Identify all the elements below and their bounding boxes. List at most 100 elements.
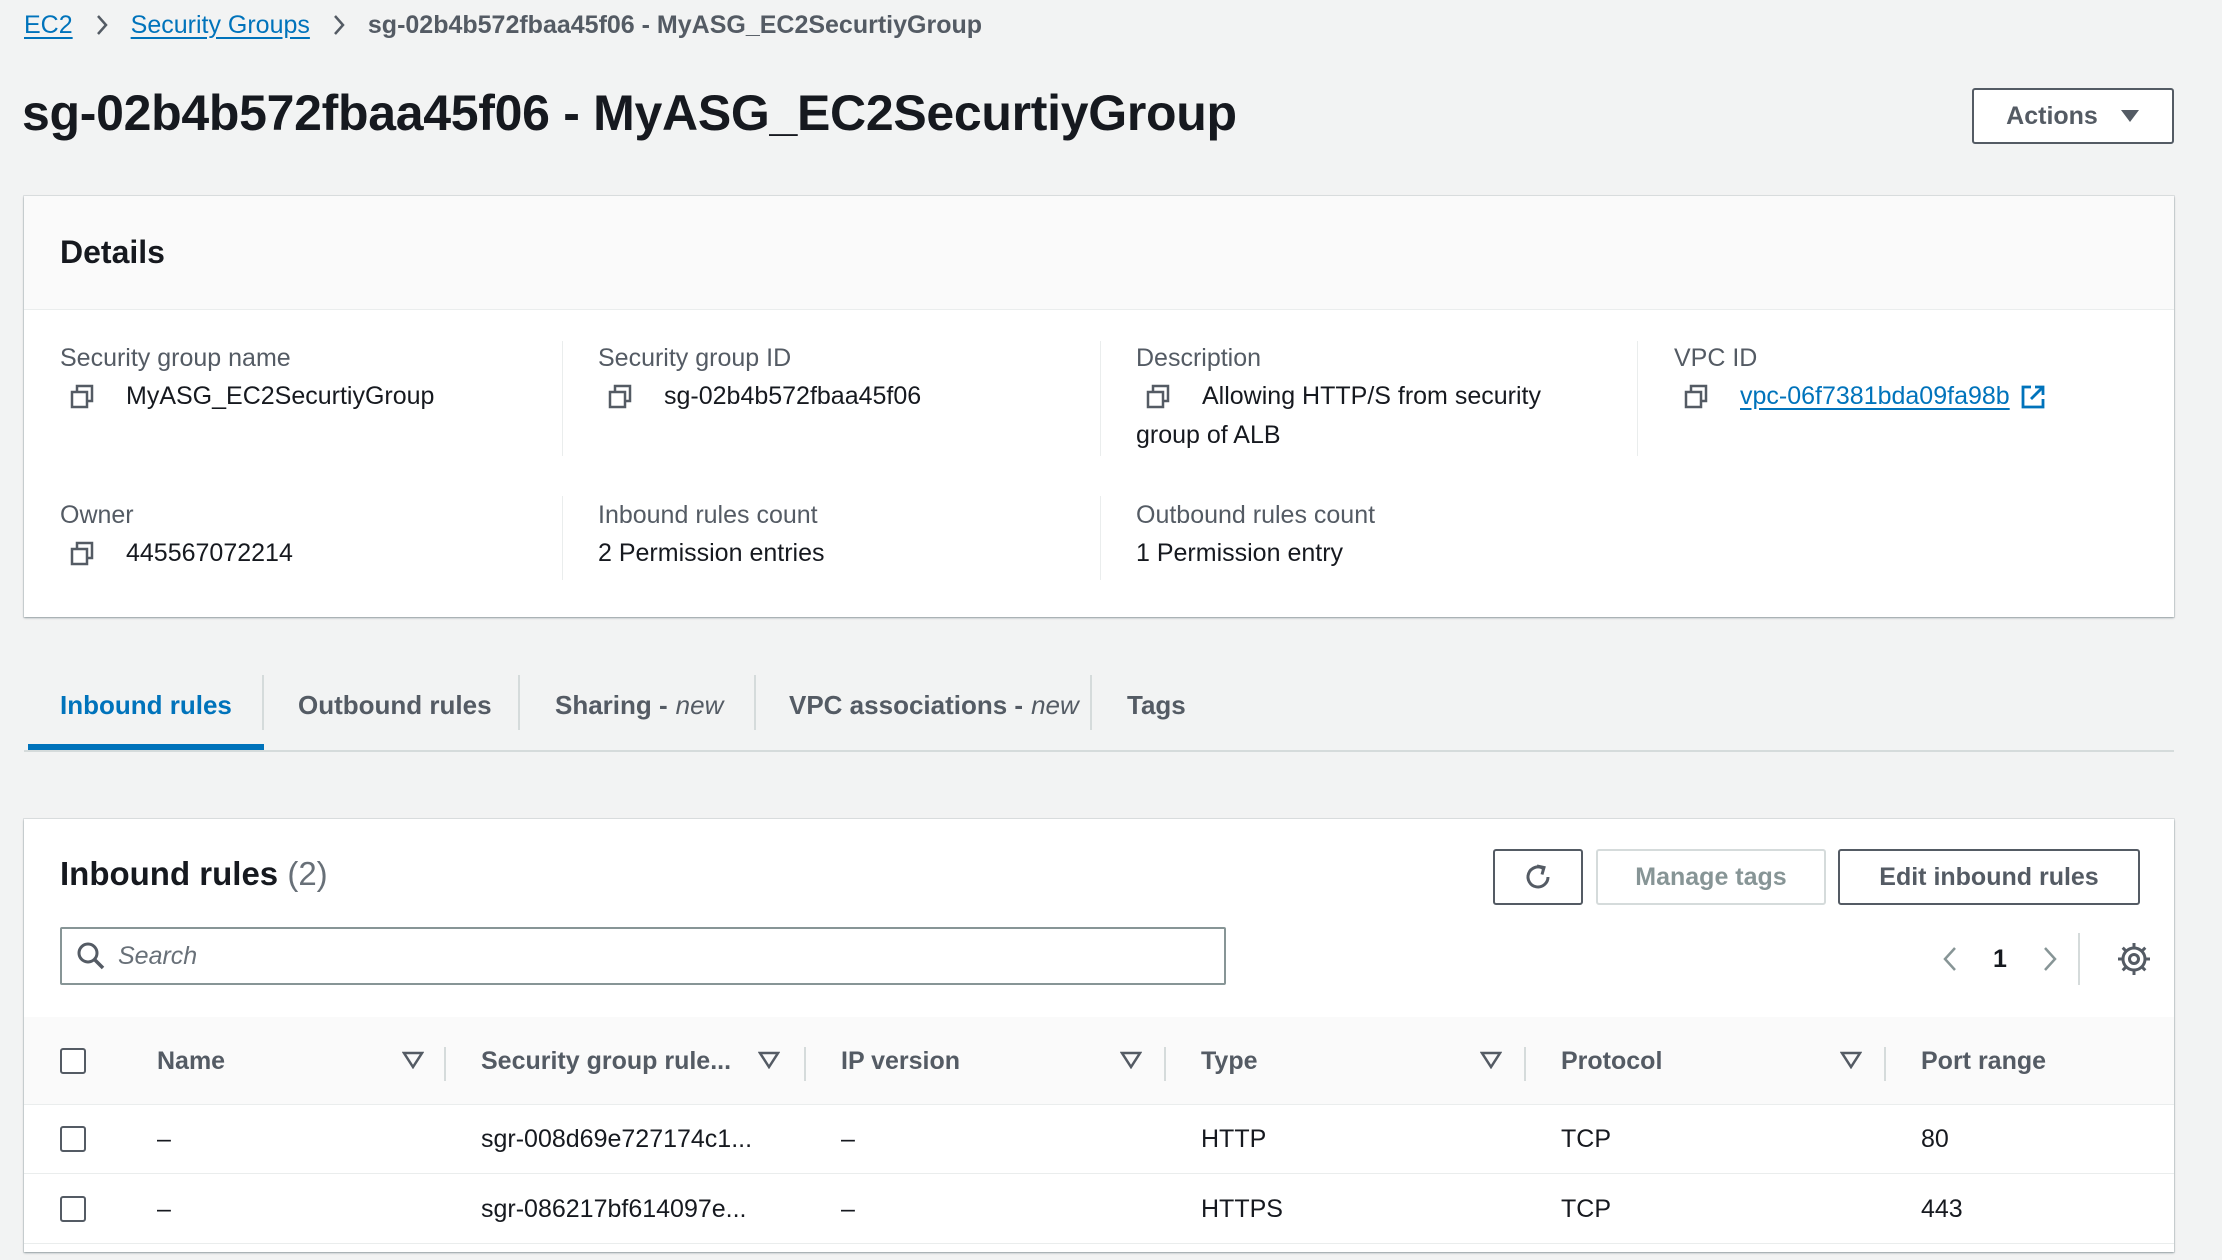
description-line2: group of ALB xyxy=(1136,421,1281,449)
inbound-rules-count: (2) xyxy=(287,855,328,892)
cell-rule-id: sgr-086217bf614097e... xyxy=(481,1195,747,1223)
tab-divider xyxy=(262,675,264,730)
refresh-button[interactable] xyxy=(1493,849,1583,905)
sg-id-value: sg-02b4b572fbaa45f06 xyxy=(598,382,921,411)
page-title: sg-02b4b572fbaa45f06 - MyASG_EC2Securtiy… xyxy=(22,85,1237,141)
tab-sharing-new: new xyxy=(675,689,724,720)
search-icon xyxy=(77,942,105,970)
cell-type: HTTPS xyxy=(1201,1195,1283,1223)
outbound-count-label: Outbound rules count xyxy=(1136,501,1376,529)
tab-divider xyxy=(1090,675,1092,730)
actions-button-label: Actions xyxy=(2006,101,2098,130)
inbound-count-value: 2 Permission entries xyxy=(598,539,825,567)
sort-down-icon[interactable] xyxy=(1840,1051,1862,1069)
column-divider xyxy=(1884,1047,1886,1081)
chevron-left-icon xyxy=(1943,947,1956,971)
sort-down-icon[interactable] xyxy=(402,1051,424,1069)
row-checkbox[interactable] xyxy=(60,1126,86,1152)
tab-vpc-associations-new: new xyxy=(1031,689,1079,720)
manage-tags-button[interactable]: Manage tags xyxy=(1596,849,1826,905)
tab-tags[interactable]: Tags xyxy=(1127,660,1186,750)
table-row[interactable]: – sgr-008d69e727174c1... – HTTP TCP 80 xyxy=(24,1105,2174,1174)
vpc-id-value: vpc-06f7381bda09fa98b xyxy=(1674,382,2046,411)
details-title: Details xyxy=(60,234,165,270)
cell-port-range: 443 xyxy=(1921,1195,1963,1223)
refresh-icon xyxy=(1526,864,1550,889)
copy-icon[interactable] xyxy=(68,540,96,568)
chevron-right-icon xyxy=(2044,947,2057,971)
column-divider xyxy=(562,496,563,580)
caret-down-icon xyxy=(2120,110,2139,122)
vpc-id-label: VPC ID xyxy=(1674,344,1758,372)
cell-ip-version: – xyxy=(841,1195,855,1223)
cell-type: HTTP xyxy=(1201,1125,1267,1153)
column-divider xyxy=(804,1047,806,1081)
sort-down-icon[interactable] xyxy=(758,1051,780,1069)
cell-port-range: 80 xyxy=(1921,1125,1949,1153)
chevron-right-icon xyxy=(310,14,368,36)
copy-icon[interactable] xyxy=(606,383,634,411)
sg-id-label: Security group ID xyxy=(598,344,792,372)
description-label: Description xyxy=(1136,344,1262,372)
table-row[interactable]: – sgr-086217bf614097e... – HTTPS TCP 443 xyxy=(24,1175,2174,1244)
copy-icon[interactable] xyxy=(1682,383,1710,411)
column-header-type[interactable]: Type xyxy=(1201,1017,1258,1105)
sort-down-icon[interactable] xyxy=(1480,1051,1502,1069)
previous-page-button[interactable] xyxy=(1930,939,1970,979)
tab-sharing[interactable]: Sharing - new xyxy=(555,660,723,750)
pagination-divider xyxy=(2078,933,2080,985)
copy-icon[interactable] xyxy=(68,383,96,411)
gear-icon[interactable] xyxy=(2114,939,2154,979)
tab-vpc-associations[interactable]: VPC associations - new xyxy=(789,660,1079,750)
cell-protocol: TCP xyxy=(1561,1195,1611,1223)
sort-down-icon[interactable] xyxy=(1120,1051,1142,1069)
owner-value: 445567072214 xyxy=(60,539,293,568)
search-field[interactable] xyxy=(60,927,1226,985)
actions-button[interactable]: Actions xyxy=(1972,88,2174,144)
tab-inbound-rules[interactable]: Inbound rules xyxy=(60,660,232,750)
description-line1: Allowing HTTP/S from security xyxy=(1202,382,1541,410)
vpc-id-link[interactable]: vpc-06f7381bda09fa98b xyxy=(1740,382,2010,411)
copy-icon[interactable] xyxy=(1144,383,1172,411)
owner-text: 445567072214 xyxy=(126,539,293,567)
column-divider xyxy=(1100,496,1101,580)
search-input[interactable] xyxy=(118,941,1198,971)
sg-name-label: Security group name xyxy=(60,344,291,372)
breadcrumb: EC2 Security Groups sg-02b4b572fbaa45f06… xyxy=(24,8,982,42)
column-header-name[interactable]: Name xyxy=(157,1017,225,1105)
owner-label: Owner xyxy=(60,501,134,529)
active-tab-indicator xyxy=(28,744,264,750)
sg-name-text: MyASG_EC2SecurtiyGroup xyxy=(126,382,435,410)
column-divider xyxy=(1164,1047,1166,1081)
description-value: Allowing HTTP/S from security xyxy=(1136,382,1541,411)
breadcrumb-ec2-link[interactable]: EC2 xyxy=(24,11,73,40)
cell-name: – xyxy=(157,1195,171,1223)
column-divider xyxy=(1100,341,1101,456)
edit-inbound-rules-button[interactable]: Edit inbound rules xyxy=(1838,849,2140,905)
external-link-icon[interactable] xyxy=(2020,384,2046,410)
column-header-port-range[interactable]: Port range xyxy=(1921,1017,2046,1105)
details-panel: Details Security group name MyASG_EC2Sec… xyxy=(24,196,2174,617)
pagination: 1 xyxy=(1930,939,2070,979)
inbound-count-label: Inbound rules count xyxy=(598,501,818,529)
column-header-ip-version[interactable]: IP version xyxy=(841,1017,960,1105)
next-page-button[interactable] xyxy=(2030,939,2070,979)
select-all-checkbox[interactable] xyxy=(60,1048,86,1074)
sg-id-text: sg-02b4b572fbaa45f06 xyxy=(664,382,922,410)
tab-bar: Inbound rules Outbound rules Sharing - n… xyxy=(24,660,2174,752)
column-header-rule-id[interactable]: Security group rule... xyxy=(481,1017,731,1105)
column-divider xyxy=(1637,341,1638,456)
outbound-count-value: 1 Permission entry xyxy=(1136,539,1344,567)
cell-protocol: TCP xyxy=(1561,1125,1611,1153)
page-number[interactable]: 1 xyxy=(1970,945,2030,974)
breadcrumb-current: sg-02b4b572fbaa45f06 - MyASG_EC2Securtiy… xyxy=(367,10,983,39)
inbound-rules-title: Inbound rules (2) xyxy=(60,855,328,893)
column-header-protocol[interactable]: Protocol xyxy=(1561,1017,1662,1105)
cell-name: – xyxy=(157,1125,171,1153)
row-checkbox[interactable] xyxy=(60,1196,86,1222)
breadcrumb-security-groups-link[interactable]: Security Groups xyxy=(131,11,310,40)
tab-outbound-rules[interactable]: Outbound rules xyxy=(298,660,492,750)
inbound-rules-title-text: Inbound rules xyxy=(60,855,279,892)
column-divider xyxy=(562,341,563,456)
column-divider xyxy=(444,1047,446,1081)
